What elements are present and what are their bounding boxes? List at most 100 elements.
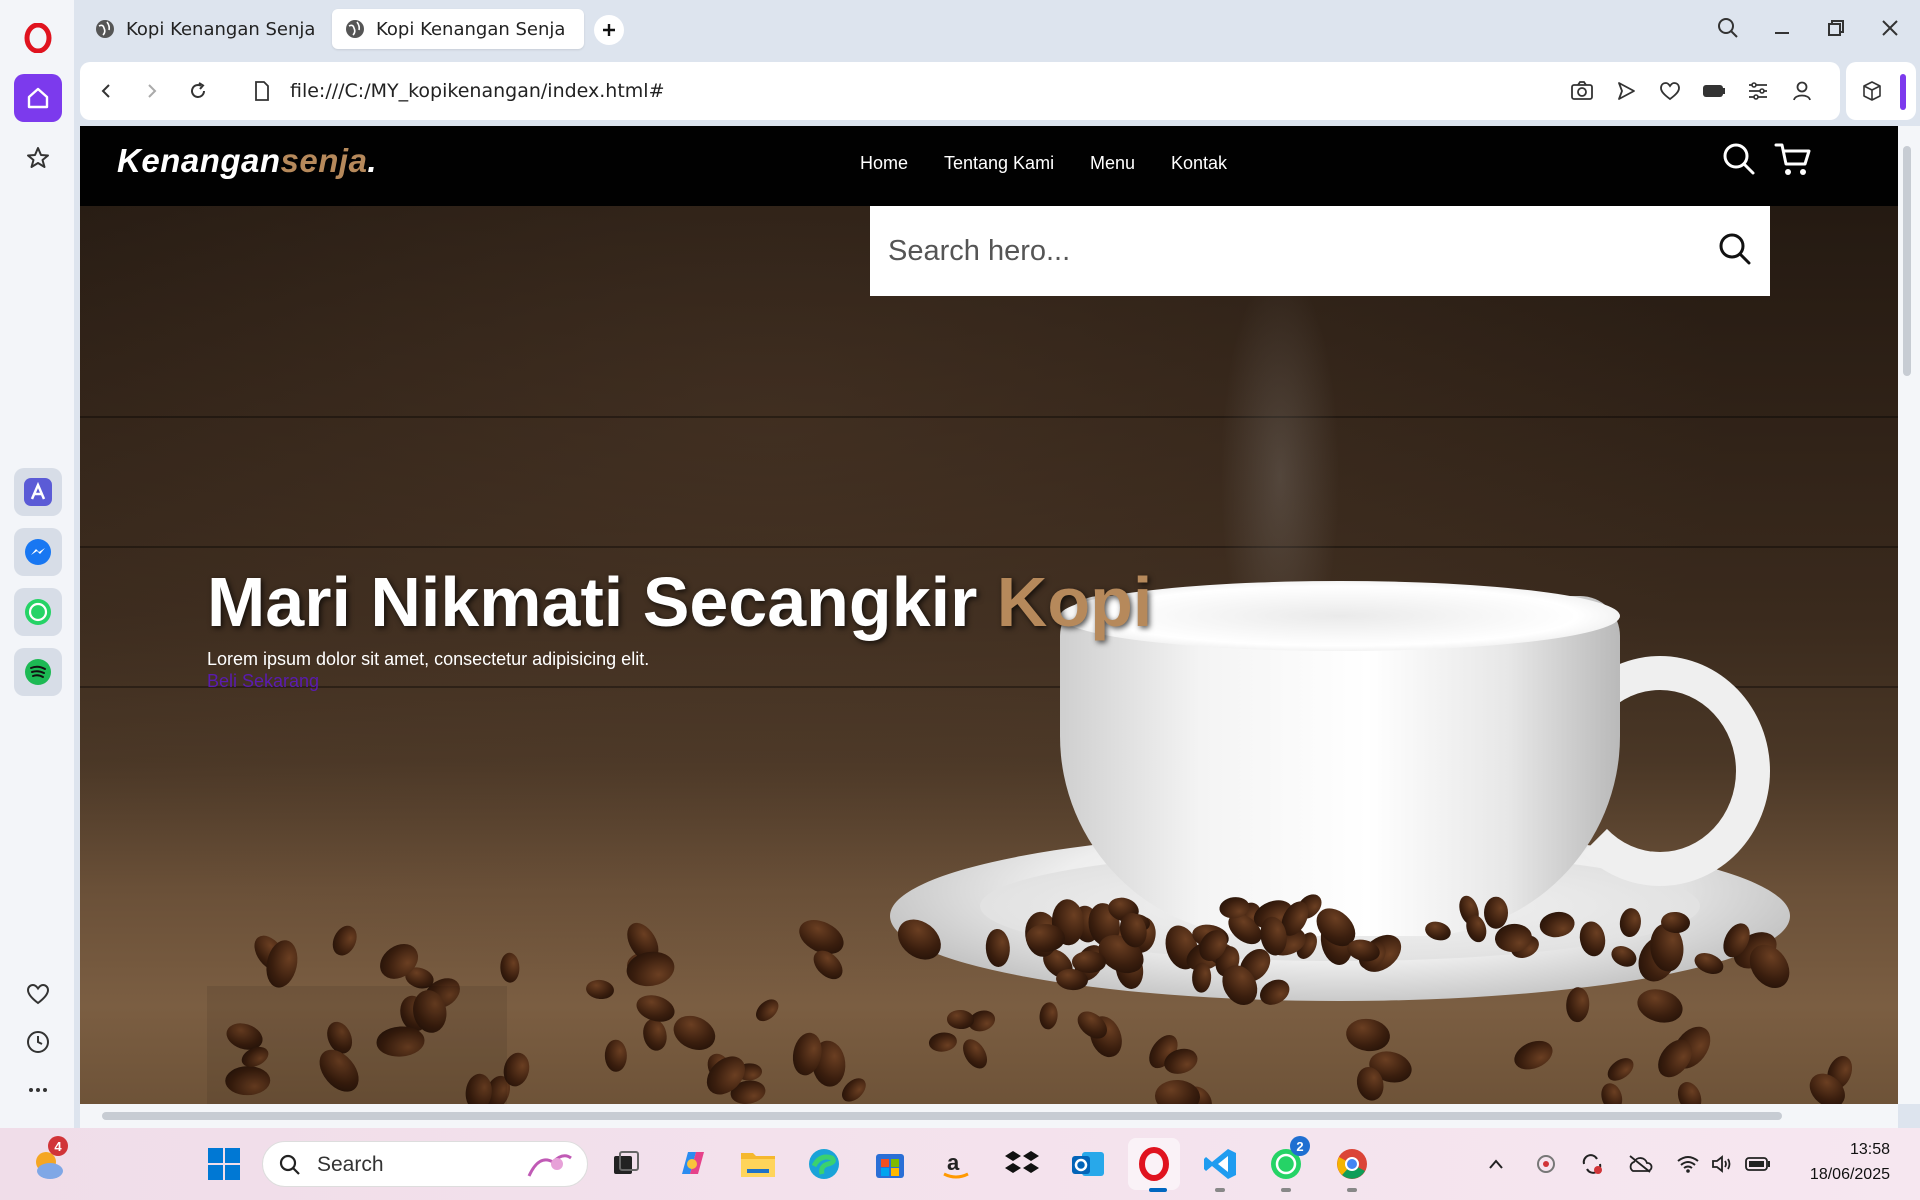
onedrive-cloud-icon[interactable]: [1624, 1146, 1656, 1182]
back-button[interactable]: [84, 62, 128, 120]
chrome-icon[interactable]: [1326, 1138, 1378, 1190]
new-tab-button[interactable]: [594, 15, 624, 45]
shopping-cart-icon[interactable]: [1774, 142, 1812, 183]
extensions-area: [1846, 62, 1916, 120]
globe-icon: [96, 20, 114, 38]
battery-icon[interactable]: [1742, 1146, 1774, 1182]
easy-setup-icon[interactable]: [1738, 62, 1778, 120]
coffee-bean: [1483, 896, 1508, 929]
volume-icon[interactable]: [1706, 1146, 1738, 1182]
nav-menu[interactable]: Menu: [1090, 153, 1135, 174]
tab-label: Kopi Kenangan Senja: [376, 18, 566, 40]
back-arrow-icon: [101, 84, 110, 98]
taskbar-search[interactable]: Search: [262, 1141, 588, 1187]
svg-text:a: a: [947, 1150, 960, 1175]
whatsapp-icon[interactable]: [14, 588, 62, 636]
edge-browser-icon[interactable]: [798, 1138, 850, 1190]
nav-kontak[interactable]: Kontak: [1171, 153, 1227, 174]
outlook-icon[interactable]: [1062, 1138, 1114, 1190]
horizontal-scrollbar[interactable]: [80, 1104, 1898, 1128]
restore-icon: [1828, 20, 1844, 36]
search-icon[interactable]: [1722, 142, 1756, 181]
sidebar-toggle-indicator[interactable]: [1900, 74, 1906, 110]
vscode-running-indicator: [1215, 1188, 1225, 1192]
tab-label: Kopi Kenangan Senja: [126, 18, 316, 40]
clock-date[interactable]: 18/06/2025: [1790, 1166, 1890, 1184]
messenger-icon[interactable]: [14, 528, 62, 576]
vertical-scroll-thumb[interactable]: [1903, 146, 1911, 376]
microsoft-store-icon[interactable]: [864, 1138, 916, 1190]
battery-saver-icon[interactable]: [1694, 62, 1734, 120]
page-info-icon[interactable]: [240, 62, 284, 120]
profile-icon[interactable]: [1782, 62, 1822, 120]
logo-accent: senja: [280, 142, 368, 179]
site-logo[interactable]: Kenangansenja.: [117, 142, 377, 180]
coffee-bean: [668, 1009, 722, 1057]
url-field[interactable]: file:///C:/MY_kopikenangan/index.html#: [290, 62, 665, 120]
hero-shade-overlay: [207, 986, 507, 1104]
bookmarks-star-icon[interactable]: [14, 134, 62, 182]
close-icon: [1882, 20, 1898, 36]
file-explorer-icon[interactable]: [732, 1138, 784, 1190]
opera-taskbar-icon[interactable]: [1128, 1138, 1180, 1190]
history-clock-icon[interactable]: [14, 1018, 62, 1066]
whatsapp-taskbar-icon[interactable]: 2: [1260, 1136, 1312, 1190]
tab-kopi-kenangan-1[interactable]: Kopi Kenangan Senja: [82, 9, 322, 49]
tab-search-button[interactable]: [1708, 10, 1748, 46]
snapshot-camera-icon[interactable]: [1562, 62, 1602, 120]
dropbox-icon[interactable]: [996, 1138, 1048, 1190]
opera-active-indicator: [1149, 1188, 1167, 1192]
horizontal-scroll-thumb[interactable]: [102, 1112, 1782, 1120]
favorite-heart-icon[interactable]: [1650, 62, 1690, 120]
amazon-icon[interactable]: a: [930, 1138, 982, 1190]
tab-kopi-kenangan-2[interactable]: Kopi Kenangan Senja: [332, 9, 584, 49]
start-windows-icon[interactable]: [198, 1138, 250, 1190]
forward-arrow-icon: [148, 84, 157, 98]
search-icon: [1718, 18, 1738, 38]
coffee-bean: [1564, 986, 1590, 1024]
minimize-button[interactable]: [1762, 10, 1802, 46]
vscode-icon[interactable]: [1194, 1138, 1246, 1190]
heart-icon[interactable]: [14, 970, 62, 1018]
hero-description: Lorem ipsum dolor sit amet, consectetur …: [207, 649, 650, 669]
weather-widget-icon[interactable]: 4: [22, 1136, 74, 1190]
whatsapp-running-indicator: [1281, 1188, 1291, 1192]
taskbar-search-label: Search: [317, 1153, 384, 1176]
close-button[interactable]: [1870, 10, 1910, 46]
buy-now-link[interactable]: Beli Sekarang: [207, 671, 319, 692]
spotify-icon[interactable]: [14, 648, 62, 696]
reload-button[interactable]: [176, 62, 220, 120]
coffee-bean: [1025, 923, 1065, 952]
copilot-icon[interactable]: [666, 1138, 718, 1190]
vertical-scrollbar[interactable]: [1898, 126, 1920, 1104]
opera-logo-icon[interactable]: [14, 14, 62, 62]
search-input[interactable]: [870, 206, 1690, 296]
nav-home[interactable]: Home: [860, 153, 908, 174]
coffee-bean: [1154, 1078, 1201, 1104]
windows-taskbar: 4 Search a 2 13:58 18/06/2025: [0, 1128, 1920, 1200]
coffee-bean: [1633, 984, 1687, 1028]
minimize-icon: [1775, 32, 1789, 34]
forward-button[interactable]: [130, 62, 174, 120]
tray-app-icon[interactable]: [1530, 1146, 1562, 1182]
restore-button[interactable]: [1816, 10, 1856, 46]
hero-title-main: Mari Nikmati Secangkir: [207, 563, 997, 641]
aria-ai-icon[interactable]: [14, 468, 62, 516]
nav-tentang-kami[interactable]: Tentang Kami: [944, 153, 1054, 174]
extensions-cube-icon[interactable]: [1852, 62, 1892, 120]
more-icon[interactable]: [14, 1066, 62, 1114]
coffee-bean: [1037, 1001, 1059, 1031]
clock-time[interactable]: 13:58: [1830, 1141, 1890, 1159]
send-arrow-icon[interactable]: [1606, 62, 1646, 120]
coffee-bean: [632, 990, 679, 1027]
search-highlight-icon: [527, 1154, 572, 1177]
coffee-bean: [957, 1034, 993, 1073]
reload-icon: [191, 82, 205, 98]
task-view-icon[interactable]: [600, 1138, 652, 1190]
search-submit-icon[interactable]: [1718, 232, 1752, 271]
home-icon[interactable]: [14, 74, 62, 122]
hero-title: Mari Nikmati Secangkir Kopi: [207, 562, 1152, 642]
wifi-icon[interactable]: [1672, 1146, 1704, 1182]
show-hidden-icons-chevron-icon[interactable]: [1480, 1146, 1512, 1182]
sync-icon[interactable]: [1576, 1146, 1608, 1182]
